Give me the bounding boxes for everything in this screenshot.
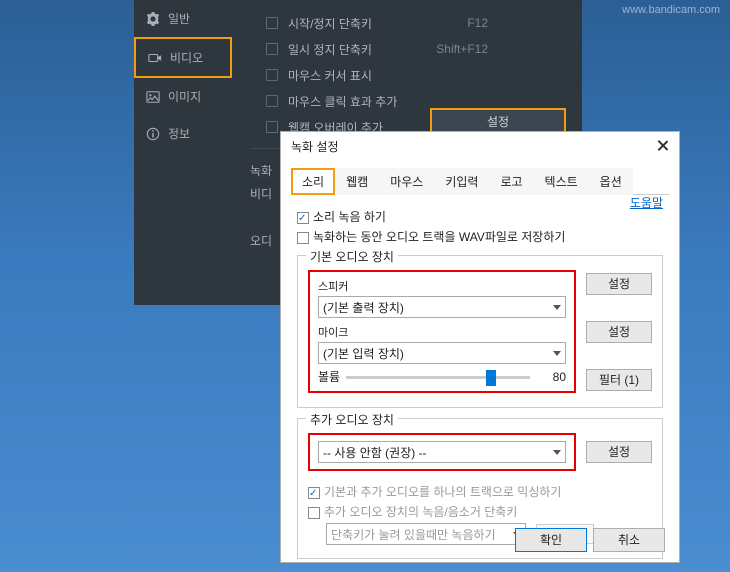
option-startstop[interactable]: 시작/정지 단축키 F12 — [266, 10, 572, 36]
sidebar: 일반 비디오 이미지 정보 — [134, 0, 232, 305]
mic-select[interactable]: (기본 입력 장치) — [318, 342, 566, 364]
tab-logo[interactable]: 로고 — [489, 168, 533, 195]
extra-audio-select[interactable]: -- 사용 안함 (권장) -- — [318, 441, 566, 463]
tab-keyinput[interactable]: 키입력 — [434, 168, 489, 195]
speaker-select[interactable]: (기본 출력 장치) — [318, 296, 566, 318]
help-link[interactable]: 도움말 — [630, 194, 663, 211]
sidebar-item-video[interactable]: 비디오 — [134, 37, 232, 78]
mix-checkbox: 기본과 추가 오디오를 하나의 트랙으로 믹싱하기 — [308, 483, 652, 500]
dialog-buttons: 확인 취소 — [515, 528, 665, 552]
record-sound-checkbox[interactable]: 소리 녹음 하기 — [297, 208, 663, 225]
checkbox-icon[interactable] — [266, 69, 278, 81]
checkbox-label: 추가 오디오 장치의 녹음/음소거 단축키 — [324, 505, 517, 519]
checkbox-icon[interactable] — [266, 43, 278, 55]
filter-button[interactable]: 필터 (1) — [586, 369, 652, 391]
select-value: 단축키가 눌려 있을때만 녹음하기 — [331, 526, 496, 543]
extra-audio-redbox: -- 사용 안함 (권장) -- — [308, 433, 576, 471]
ok-button[interactable]: 확인 — [515, 528, 587, 552]
extra-settings-button[interactable]: 설정 — [586, 441, 652, 463]
sidebar-label: 일반 — [168, 10, 190, 27]
volume-label: 볼륨 — [318, 368, 340, 385]
select-value: (기본 입력 장치) — [323, 345, 404, 362]
option-pause[interactable]: 일시 정지 단축키 Shift+F12 — [266, 36, 572, 62]
mic-label: 마이크 — [318, 324, 566, 340]
option-label: 마우스 클릭 효과 추가 — [288, 93, 397, 110]
speaker-settings-button[interactable]: 설정 — [586, 273, 652, 295]
sidebar-item-image[interactable]: 이미지 — [134, 78, 232, 115]
tab-mouse[interactable]: 마우스 — [379, 168, 434, 195]
chevron-down-icon — [553, 351, 561, 356]
watermark: www.bandicam.com — [622, 4, 720, 16]
group-title: 추가 오디오 장치 — [306, 411, 398, 428]
checkbox-icon[interactable] — [297, 232, 309, 244]
checkbox-label: 녹화하는 동안 오디오 트랙을 WAV파일로 저장하기 — [313, 230, 565, 244]
tab-option[interactable]: 옵션 — [589, 168, 633, 195]
checkbox-icon — [308, 487, 320, 499]
info-icon — [146, 127, 160, 141]
checkbox-label: 기본과 추가 오디오를 하나의 트랙으로 믹싱하기 — [324, 485, 561, 499]
option-label: 시작/정지 단축키 — [288, 15, 372, 32]
volume-value: 80 — [536, 370, 566, 384]
image-icon — [146, 90, 160, 104]
mute-hotkey-checkbox: 추가 오디오 장치의 녹음/음소거 단축키 — [308, 503, 652, 520]
checkbox-icon[interactable] — [266, 121, 278, 133]
sidebar-label: 비디오 — [170, 49, 203, 66]
video-icon — [148, 51, 162, 65]
hotkey-mode-select: 단축키가 눌려 있을때만 녹음하기 — [326, 523, 526, 545]
record-settings-dialog: 녹화 설정 소리 웹캠 마우스 키입력 로고 텍스트 옵션 도움말 소리 녹음 … — [280, 131, 680, 563]
select-value: (기본 출력 장치) — [323, 299, 404, 316]
dialog-body: 소리 녹음 하기 녹화하는 동안 오디오 트랙을 WAV파일로 저장하기 기본 … — [281, 195, 679, 569]
sidebar-label: 정보 — [168, 125, 190, 142]
checkbox-icon[interactable] — [297, 212, 309, 224]
sidebar-label: 이미지 — [168, 88, 201, 105]
volume-row: 볼륨 80 — [318, 368, 566, 385]
settings-button[interactable]: 설정 — [430, 108, 566, 133]
tab-text[interactable]: 텍스트 — [534, 168, 589, 195]
hotkey-value: Shift+F12 — [436, 42, 488, 56]
cancel-button[interactable]: 취소 — [593, 528, 665, 552]
gear-icon — [146, 12, 160, 26]
close-icon[interactable] — [655, 138, 671, 154]
checkbox-icon — [308, 507, 320, 519]
option-cursor[interactable]: 마우스 커서 표시 — [266, 62, 572, 88]
tab-webcam[interactable]: 웹캠 — [335, 168, 379, 195]
dialog-title: 녹화 설정 — [281, 132, 679, 161]
select-value: -- 사용 안함 (권장) -- — [323, 444, 427, 461]
sidebar-item-general[interactable]: 일반 — [134, 0, 232, 37]
default-audio-redbox: 스피커 (기본 출력 장치) 마이크 (기본 입력 장치) 볼륨 80 — [308, 270, 576, 393]
checkbox-icon[interactable] — [266, 17, 278, 29]
chevron-down-icon — [553, 305, 561, 310]
default-audio-group: 기본 오디오 장치 스피커 (기본 출력 장치) 마이크 (기본 입력 장치) … — [297, 255, 663, 408]
checkbox-icon[interactable] — [266, 95, 278, 107]
hotkey-value: F12 — [467, 16, 488, 30]
tab-sound[interactable]: 소리 — [291, 168, 335, 195]
sidebar-item-info[interactable]: 정보 — [134, 115, 232, 152]
option-label: 마우스 커서 표시 — [288, 67, 372, 84]
speaker-label: 스피커 — [318, 278, 566, 294]
volume-slider[interactable] — [346, 370, 530, 384]
chevron-down-icon — [553, 450, 561, 455]
group-title: 기본 오디오 장치 — [306, 248, 398, 265]
option-label: 일시 정지 단축키 — [288, 41, 372, 58]
save-wav-checkbox[interactable]: 녹화하는 동안 오디오 트랙을 WAV파일로 저장하기 — [297, 228, 663, 245]
checkbox-label: 소리 녹음 하기 — [313, 210, 386, 224]
tabbar: 소리 웹캠 마우스 키입력 로고 텍스트 옵션 — [291, 167, 669, 195]
mic-settings-button[interactable]: 설정 — [586, 321, 652, 343]
